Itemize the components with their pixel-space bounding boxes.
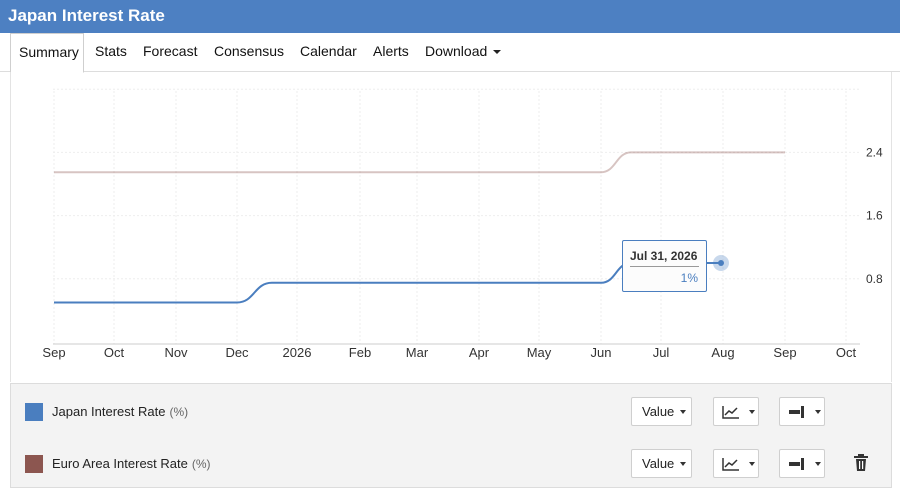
x-tick-label: Oct	[104, 345, 125, 360]
trash-icon[interactable]	[853, 454, 869, 472]
chevron-down-icon	[749, 462, 755, 466]
chart-type-dropdown[interactable]	[713, 449, 759, 478]
legend-series-name: Euro Area Interest Rate	[52, 456, 188, 471]
x-tick-label: Aug	[711, 345, 734, 360]
axis-position-icon	[789, 458, 804, 470]
axis-position-icon	[789, 406, 804, 418]
chevron-down-icon	[680, 410, 686, 414]
line-chart-icon	[722, 458, 739, 471]
line-chart-icon	[722, 406, 739, 419]
x-tick-label: Oct	[836, 345, 857, 360]
axes: Sep Oct Nov Dec 2026 Feb Mar Apr May Jun Jul Aug Sep…	[42, 145, 883, 360]
chevron-down-icon	[749, 410, 755, 414]
series-color-swatch[interactable]	[25, 455, 43, 473]
legend-row-euro-area: Euro Area Interest Rate (%) Value	[11, 438, 891, 488]
series-line-euro-area	[54, 151, 785, 174]
x-tick-label: Jul	[653, 345, 670, 360]
value-dropdown[interactable]: Value	[631, 449, 692, 478]
x-tick-label: Sep	[42, 345, 65, 360]
value-dropdown[interactable]: Value	[631, 397, 692, 426]
axis-dropdown[interactable]	[779, 397, 825, 426]
series-color-swatch[interactable]	[25, 403, 43, 421]
legend-row-japan: Japan Interest Rate (%) Value	[11, 386, 891, 436]
chart-type-dropdown[interactable]	[713, 397, 759, 426]
chevron-down-icon	[815, 410, 821, 414]
legend-label: Euro Area Interest Rate (%)	[52, 456, 211, 471]
x-tick-label: 2026	[283, 345, 312, 360]
axis-dropdown[interactable]	[779, 449, 825, 478]
series-line-japan	[54, 262, 721, 304]
x-tick-label: Jun	[591, 345, 612, 360]
x-tick-label: Sep	[773, 345, 796, 360]
tooltip-date: Jul 31, 2026	[630, 249, 698, 263]
tooltip-value: 1%	[680, 271, 698, 285]
hover-point[interactable]	[718, 260, 724, 266]
value-dropdown-label: Value	[642, 456, 675, 471]
legend-unit: (%)	[191, 457, 211, 471]
y-tick-label: 0.8	[866, 272, 883, 286]
x-tick-label: Nov	[164, 345, 188, 360]
chart-tooltip: Jul 31, 2026 1%	[622, 240, 707, 292]
y-tick-label: 2.4	[866, 145, 883, 159]
x-tick-label: Apr	[469, 345, 490, 360]
legend-unit: (%)	[169, 405, 189, 419]
legend-label: Japan Interest Rate (%)	[52, 404, 188, 419]
series-legend: Japan Interest Rate (%) Value Euro Area I…	[10, 383, 892, 488]
value-dropdown-label: Value	[642, 404, 675, 419]
legend-series-name: Japan Interest Rate	[52, 404, 166, 419]
x-tick-label: Feb	[349, 345, 371, 360]
x-tick-label: May	[527, 345, 552, 360]
chevron-down-icon	[680, 462, 686, 466]
x-tick-label: Dec	[225, 345, 249, 360]
tooltip-divider	[630, 266, 699, 267]
line-chart: Sep Oct Nov Dec 2026 Feb Mar Apr May Jun Jul Aug Sep…	[42, 88, 883, 360]
y-tick-label: 1.6	[866, 209, 883, 223]
grid	[53, 88, 860, 344]
chevron-down-icon	[815, 462, 821, 466]
x-tick-label: Mar	[406, 345, 429, 360]
